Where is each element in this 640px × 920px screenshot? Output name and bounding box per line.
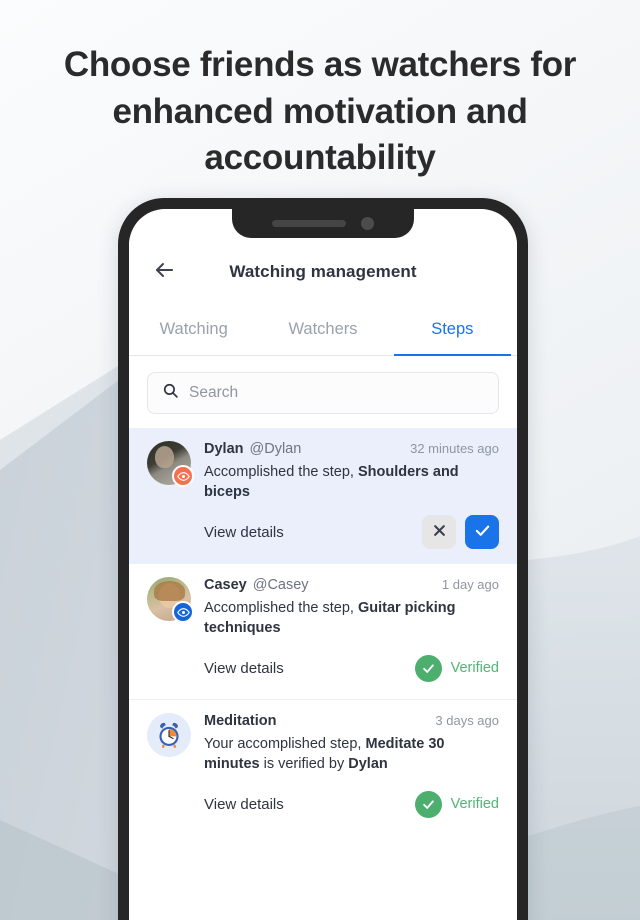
feed-meta-row: Dylan @Dylan 32 minutes ago	[204, 441, 499, 457]
check-circle-icon	[414, 654, 442, 682]
search-section: Search	[129, 356, 517, 428]
feed-timestamp: 3 days ago	[435, 713, 499, 728]
feed-actions: View details Verified	[204, 787, 499, 821]
feed-author-handle: @Dylan	[249, 441, 302, 457]
feed-text-prefix: Accomplished the step,	[204, 464, 358, 480]
reject-button[interactable]	[422, 515, 456, 549]
avatar	[147, 441, 194, 487]
search-input[interactable]: Search	[147, 372, 499, 414]
phone-screen: Watching management Watching Watchers St…	[129, 209, 517, 920]
feed-author-handle: @Casey	[252, 577, 309, 593]
feed-actions: View details	[204, 515, 499, 549]
eye-icon	[172, 601, 194, 623]
feed-meta-row: Meditation 3 days ago	[204, 713, 499, 729]
close-icon	[432, 523, 447, 541]
view-details-link[interactable]: View details	[204, 796, 284, 813]
feed-item-meditation[interactable]: Meditation 3 days ago Your accomplished …	[129, 699, 517, 835]
app-title: Watching management	[229, 262, 417, 281]
eye-icon	[172, 465, 194, 487]
feed-actions: View details Verified	[204, 651, 499, 685]
avatar	[147, 577, 194, 623]
back-button[interactable]	[147, 255, 181, 289]
feed-item-dylan[interactable]: Dylan @Dylan 32 minutes ago Accomplished…	[129, 428, 517, 563]
feed-timestamp: 32 minutes ago	[410, 441, 499, 456]
search-icon	[162, 382, 179, 404]
feed-action-buttons	[422, 515, 499, 549]
feed-timestamp: 1 day ago	[441, 577, 499, 592]
speaker-bar-icon	[272, 220, 346, 227]
check-icon	[474, 522, 491, 542]
phone-notch	[232, 209, 414, 238]
tab-watchers-label: Watchers	[288, 320, 358, 338]
status-badge: Verified	[414, 790, 499, 818]
feed-meta-row: Casey @Casey 1 day ago	[204, 577, 499, 593]
front-camera-dot-icon	[361, 217, 374, 230]
feed-body: Dylan @Dylan 32 minutes ago Accomplished…	[204, 441, 499, 549]
steps-feed: Dylan @Dylan 32 minutes ago Accomplished…	[129, 428, 517, 835]
tab-steps[interactable]: Steps	[388, 306, 517, 356]
alarm-clock-icon	[147, 713, 191, 757]
feed-author-name: Dylan	[204, 441, 244, 457]
feed-text: Accomplished the step, Guitar picking te…	[204, 598, 499, 638]
feed-text-suffix: is verified by	[259, 756, 349, 772]
feed-text: Your accomplished step, Meditate 30 minu…	[204, 734, 499, 774]
feed-author-name: Casey	[204, 577, 247, 593]
feed-text-verifier: Dylan	[348, 756, 388, 772]
tab-watchers[interactable]: Watchers	[258, 306, 387, 355]
view-details-link[interactable]: View details	[204, 524, 284, 541]
feed-body: Meditation 3 days ago Your accomplished …	[204, 713, 499, 821]
check-circle-icon	[414, 790, 442, 818]
arrow-left-icon	[152, 258, 176, 287]
verified-label: Verified	[450, 796, 499, 812]
tab-bar: Watching Watchers Steps	[129, 306, 517, 356]
search-placeholder: Search	[189, 384, 239, 401]
tab-watching-label: Watching	[159, 320, 228, 338]
feed-body: Casey @Casey 1 day ago Accomplished the …	[204, 577, 499, 685]
tab-watching[interactable]: Watching	[129, 306, 258, 355]
tab-steps-label: Steps	[431, 320, 474, 338]
feed-text-prefix: Your accomplished step,	[204, 736, 366, 752]
verified-label: Verified	[450, 660, 499, 676]
feed-text-prefix: Accomplished the step,	[204, 600, 358, 616]
status-badge: Verified	[414, 654, 499, 682]
feed-author-name: Meditation	[204, 713, 277, 729]
feed-text: Accomplished the step, Shoulders and bic…	[204, 462, 499, 502]
accept-button[interactable]	[465, 515, 499, 549]
view-details-link[interactable]: View details	[204, 660, 284, 677]
page-title: Choose friends as watchers for enhanced …	[63, 45, 577, 178]
app-header: Watching management	[129, 238, 517, 306]
feed-item-casey[interactable]: Casey @Casey 1 day ago Accomplished the …	[129, 563, 517, 699]
phone-mockup: Watching management Watching Watchers St…	[118, 198, 528, 920]
